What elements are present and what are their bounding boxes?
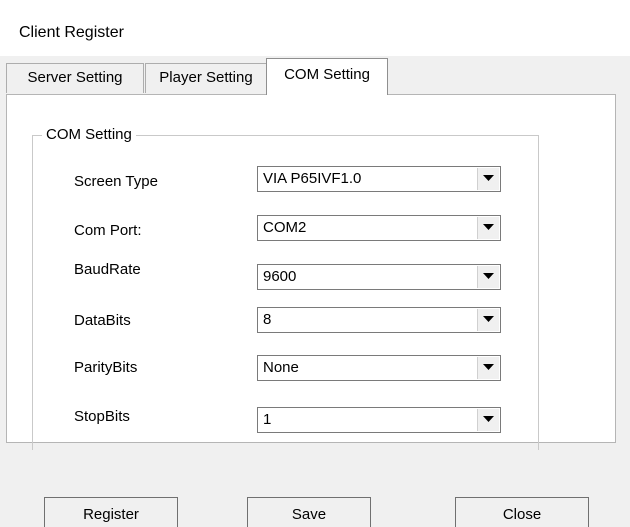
screen-type-select[interactable]: VIA P65IVF1.0: [257, 166, 501, 192]
window-title: Client Register: [19, 24, 124, 41]
parity-bits-value: None: [263, 359, 299, 376]
tab-player-setting[interactable]: Player Setting: [145, 63, 267, 93]
baud-rate-label: BaudRate: [74, 261, 141, 278]
dropdown-arrow-icon[interactable]: [477, 357, 499, 379]
com-port-select[interactable]: COM2: [257, 215, 501, 241]
screen-type-value: VIA P65IVF1.0: [263, 170, 362, 187]
group-label: COM Setting: [42, 126, 136, 143]
title-bar: Client Register: [0, 0, 630, 56]
dropdown-arrow-icon[interactable]: [477, 168, 499, 190]
data-bits-select[interactable]: 8: [257, 307, 501, 333]
dropdown-arrow-icon[interactable]: [477, 409, 499, 431]
register-button-label: Register: [83, 506, 139, 523]
stop-bits-value: 1: [263, 411, 272, 428]
close-button-label: Close: [502, 506, 542, 523]
stop-bits-select[interactable]: 1: [257, 407, 501, 433]
tab-label: Server Setting: [27, 69, 123, 86]
parity-bits-select[interactable]: None: [257, 355, 501, 381]
save-button[interactable]: Save: [247, 497, 371, 527]
tab-com-setting[interactable]: COM Setting: [266, 58, 388, 95]
parity-bits-label: ParityBits: [74, 359, 138, 376]
tab-label: Player Setting: [159, 69, 253, 86]
register-button[interactable]: Register: [44, 497, 178, 527]
data-bits-label: DataBits: [74, 312, 131, 329]
screen-type-label: Screen Type: [74, 173, 158, 190]
save-button-label: Save: [291, 506, 327, 523]
data-bits-value: 8: [263, 311, 272, 328]
tab-server-setting[interactable]: Server Setting: [6, 63, 144, 93]
dropdown-arrow-icon[interactable]: [477, 217, 499, 239]
dropdown-arrow-icon[interactable]: [477, 309, 499, 331]
baud-rate-select[interactable]: 9600: [257, 264, 501, 290]
com-port-label: Com Port:: [74, 222, 142, 239]
stop-bits-label: StopBits: [74, 408, 130, 425]
tab-label: COM Setting: [284, 66, 370, 83]
dropdown-arrow-icon[interactable]: [477, 266, 499, 288]
baud-rate-value: 9600: [263, 268, 297, 285]
com-port-value: COM2: [263, 219, 307, 236]
close-button[interactable]: Close: [455, 497, 589, 527]
